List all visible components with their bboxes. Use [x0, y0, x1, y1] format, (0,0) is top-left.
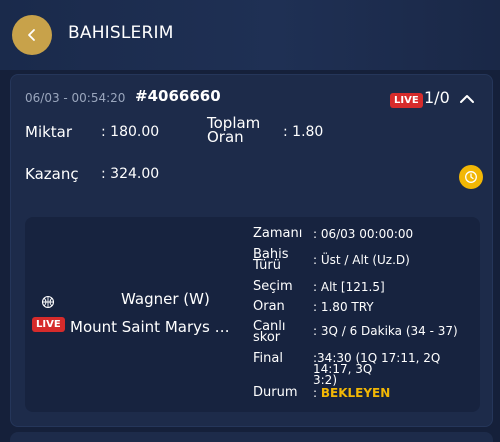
live-badge: LIVE [390, 93, 423, 108]
total-odds-label-line2: Oran [207, 128, 244, 146]
win-label: Kazanç [25, 165, 79, 183]
back-button[interactable] [12, 15, 52, 55]
chevron-up-icon[interactable] [458, 90, 476, 108]
basketball-icon [41, 295, 55, 309]
time-value: : 06/03 00:00:00 [313, 227, 414, 241]
app-header: BAHISLERIM [0, 0, 500, 70]
page-title: BAHISLERIM [68, 23, 174, 43]
next-bet-card [10, 432, 493, 442]
team-home: Wagner (W) [121, 290, 210, 308]
odds-label: Oran [253, 299, 285, 314]
bet-type-value: : Üst / Alt (Uz.D) [313, 253, 410, 267]
total-odds-value: : 1.80 [283, 124, 324, 140]
odds-value: : 1.80 TRY [313, 300, 374, 314]
final-value-line1: :34:30 (1Q 17:11, 2Q 14:17, 3Q [313, 351, 441, 376]
live-score-value: : 3Q / 6 Dakika (34 - 37) [313, 324, 458, 338]
amount-value: : 180.00 [101, 124, 160, 140]
amount-label: Miktar [25, 123, 73, 141]
status-label: Durum [253, 385, 298, 400]
total-odds-label: Toplam Oran [207, 116, 260, 146]
clock-button[interactable] [459, 165, 483, 189]
event-live-badge: LIVE [32, 317, 65, 332]
event-panel: LIVE Wagner (W) Mount Saint Marys Mounta… [25, 217, 480, 412]
live-score-label: Canlı skor [253, 320, 286, 344]
bet-count: 1/0 [424, 88, 450, 107]
bet-datetime: 06/03 - 00:54:20 [25, 91, 126, 105]
win-value: : 324.00 [101, 166, 160, 182]
time-label: Zamanı [253, 226, 303, 241]
final-label: Final [253, 351, 283, 366]
chevron-left-icon [28, 29, 35, 41]
bet-card: 06/03 - 00:54:20 #4066660 LIVE 1/0 Mikta… [10, 74, 493, 427]
status-badge: BEKLEYEN [320, 386, 391, 400]
clock-icon [465, 171, 477, 183]
status-colon: : [313, 386, 321, 400]
final-value: :34:30 (1Q 17:11, 2Q 14:17, 3Q 3:2) [313, 351, 480, 387]
selection-value: : Alt [121.5] [313, 280, 385, 294]
status-row: : BEKLEYEN [313, 387, 390, 400]
selection-label: Seçim [253, 279, 293, 294]
bet-id: #4066660 [135, 87, 221, 105]
team-away: Mount Saint Marys Mountaineers (W) [70, 318, 240, 336]
bet-type-label: Bahis Türü [253, 248, 289, 272]
final-value-line2: 3:2) [313, 373, 337, 387]
